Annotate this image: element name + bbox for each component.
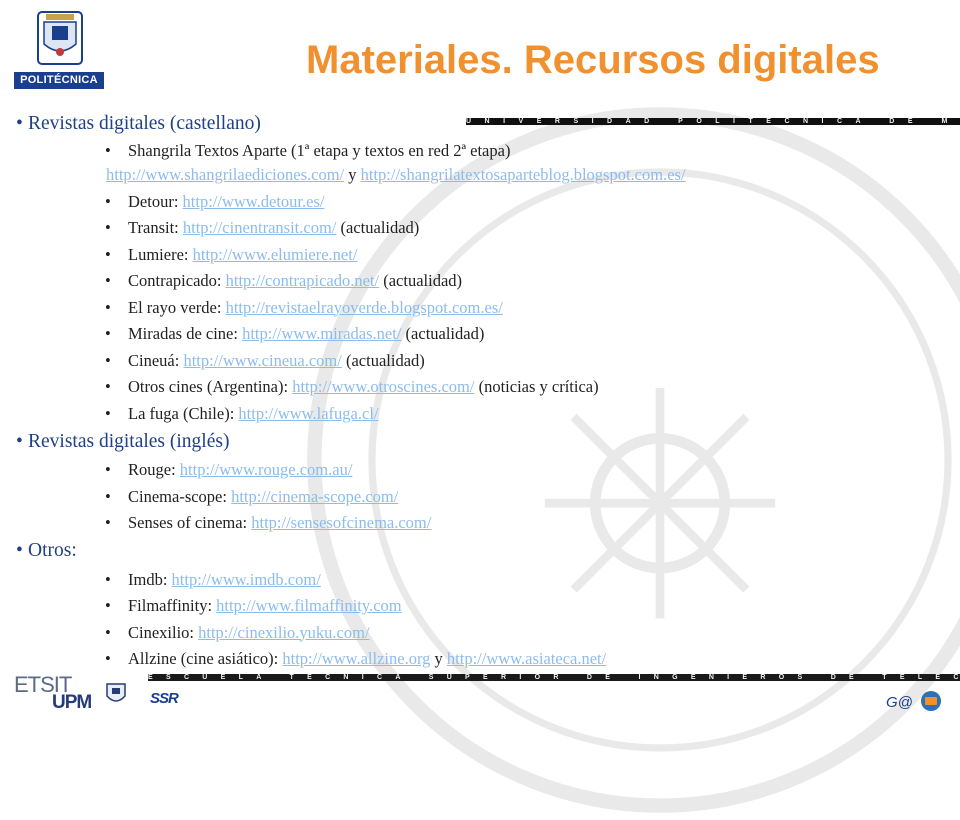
school-band: ESCUELA TÉCNICA SUPERIOR DE INGENIEROS D… bbox=[148, 674, 960, 681]
link-allzine[interactable]: http://www.allzine.org bbox=[282, 649, 430, 668]
link-otros-cines[interactable]: http://www.otroscines.com/ bbox=[292, 377, 474, 396]
item-text: El rayo verde: bbox=[128, 297, 226, 317]
item-text: Cinexilio: bbox=[128, 622, 199, 642]
list-item: Filmaffinity: http://www.filmaffinity.co… bbox=[105, 595, 960, 616]
link-lumiere[interactable]: http://www.elumiere.net/ bbox=[193, 245, 358, 264]
connector-text: y bbox=[430, 649, 447, 668]
gatv-tv-icon bbox=[921, 691, 941, 711]
list-item: Cinema-scope: http://cinema-scope.com/ bbox=[105, 486, 960, 507]
link-transit[interactable]: http://cinentransit.com/ bbox=[183, 218, 337, 237]
link-rayo-verde[interactable]: http://revistaelrayoverde.blogspot.com.e… bbox=[226, 298, 503, 317]
section-heading-spanish: Revistas digitales (castellano) bbox=[16, 112, 960, 136]
link-contrapicado[interactable]: http://contrapicado.net/ bbox=[226, 271, 380, 290]
section-heading-others: Otros: bbox=[16, 539, 960, 563]
item-text: Senses of cinema: bbox=[128, 513, 252, 532]
gatv-logo: G@ bbox=[886, 694, 913, 711]
item-text: La fuga (Chile): bbox=[128, 403, 239, 423]
item-text: Rouge: bbox=[128, 460, 180, 479]
list-item: Miradas de cine: http://www.miradas.net/… bbox=[105, 323, 960, 344]
item-text: Transit: bbox=[128, 218, 183, 237]
item-text: Lumiere: bbox=[128, 244, 193, 264]
item-text: Allzine (cine asiático): bbox=[128, 649, 283, 668]
list-item-continuation: http://www.shangrilaediciones.com/ y htt… bbox=[106, 164, 960, 185]
item-text: Otros cines (Argentina): bbox=[128, 377, 293, 396]
link-filmaffinity[interactable]: http://www.filmaffinity.com bbox=[216, 596, 401, 615]
slide-body: Revistas digitales (castellano) Shangril… bbox=[0, 112, 960, 669]
connector-text: y bbox=[344, 165, 361, 184]
list-item: Detour: http://www.detour.es/ bbox=[105, 191, 960, 212]
link-cinema-scope[interactable]: http://cinema-scope.com/ bbox=[231, 487, 398, 506]
item-suffix: (noticias y crítica) bbox=[474, 377, 599, 396]
link-imdb[interactable]: http://www.imdb.com/ bbox=[172, 570, 321, 589]
item-suffix: (actualidad) bbox=[341, 350, 425, 370]
link-lafuga[interactable]: http://www.lafuga.cl/ bbox=[238, 404, 378, 423]
item-text: Detour: bbox=[128, 191, 183, 211]
list-item: Allzine (cine asiático): http://www.allz… bbox=[105, 648, 960, 669]
item-suffix: (actualidad) bbox=[379, 271, 463, 290]
link-shangrila-blog[interactable]: http://shangrilatextosaparteblog.blogspo… bbox=[361, 165, 686, 184]
list-item: El rayo verde: http://revistaelrayoverde… bbox=[105, 297, 960, 318]
item-text: Shangrila Textos Aparte (1ª etapa y text… bbox=[128, 141, 511, 160]
crest-icon bbox=[106, 683, 126, 702]
list-item: Senses of cinema: http://sensesofcinema.… bbox=[105, 512, 960, 533]
list-item: Cinexilio: http://cinexilio.yuku.com/ bbox=[105, 622, 960, 643]
link-asiateca[interactable]: http://www.asiateca.net/ bbox=[447, 649, 606, 668]
page-title: Materiales. Recursos digitales bbox=[306, 38, 880, 82]
list-item: Cineuá: http://www.cineua.com/ (actualid… bbox=[105, 350, 960, 371]
link-detour[interactable]: http://www.detour.es/ bbox=[183, 192, 325, 211]
link-shangrila[interactable]: http://www.shangrilaediciones.com/ bbox=[106, 165, 344, 184]
item-text: Cineuá: bbox=[128, 350, 184, 370]
list-item: La fuga (Chile): http://www.lafuga.cl/ bbox=[105, 403, 960, 424]
item-suffix: (actualidad) bbox=[401, 324, 485, 343]
list-item: Rouge: http://www.rouge.com.au/ bbox=[105, 459, 960, 480]
upm-footer-logo: UPM bbox=[52, 692, 92, 713]
list-item: Lumiere: http://www.elumiere.net/ bbox=[105, 244, 960, 265]
item-text: Miradas de cine: bbox=[128, 324, 243, 343]
list-item: Transit: http://cinentransit.com/ (actua… bbox=[105, 217, 960, 238]
list-item: Otros cines (Argentina): http://www.otro… bbox=[105, 376, 960, 397]
logo-caption: POLITÉCNICA bbox=[14, 72, 104, 89]
ssr-logo: SSR bbox=[150, 690, 179, 707]
list-item: Shangrila Textos Aparte (1ª etapa y text… bbox=[105, 140, 960, 161]
link-miradas[interactable]: http://www.miradas.net/ bbox=[242, 324, 401, 343]
link-cineua[interactable]: http://www.cineua.com/ bbox=[183, 351, 341, 370]
link-senses-of-cinema[interactable]: http://sensesofcinema.com/ bbox=[251, 513, 431, 532]
section-heading-english: Revistas digitales (inglés) bbox=[16, 430, 960, 454]
item-suffix: (actualidad) bbox=[336, 218, 420, 237]
item-text: Filmaffinity: bbox=[128, 596, 217, 615]
list-item: Imdb: http://www.imdb.com/ bbox=[105, 569, 960, 590]
item-text: Contrapicado: bbox=[128, 271, 226, 290]
item-text: Cinema-scope: bbox=[128, 486, 232, 506]
link-rouge[interactable]: http://www.rouge.com.au/ bbox=[180, 460, 353, 479]
list-item: Contrapicado: http://contrapicado.net/ (… bbox=[105, 270, 960, 291]
item-text: Imdb: bbox=[128, 569, 172, 589]
link-cinexilio[interactable]: http://cinexilio.yuku.com/ bbox=[198, 623, 369, 642]
